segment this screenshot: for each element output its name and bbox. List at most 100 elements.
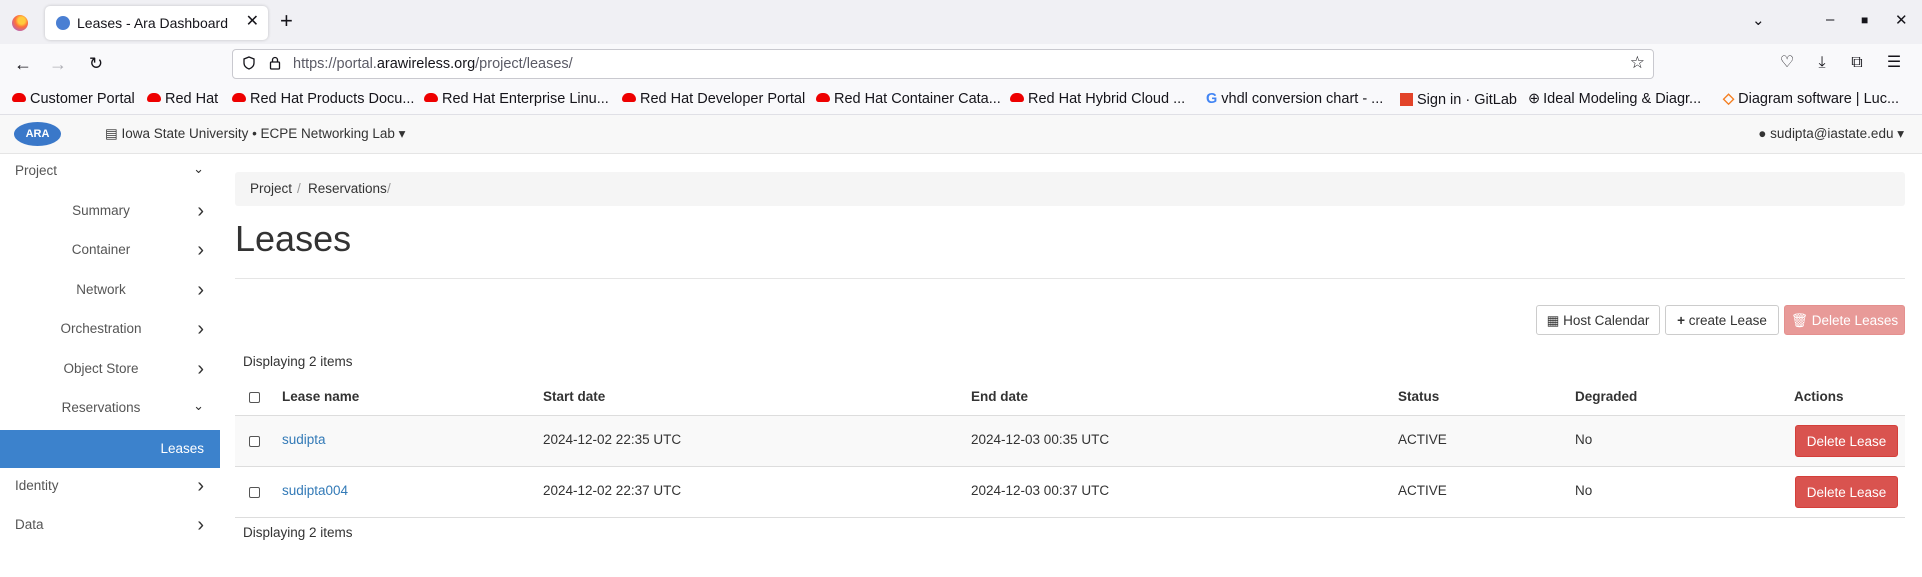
user-icon: ●: [1758, 126, 1771, 141]
browser-navbar: ← → ↻ https://portal.arawireless.org/pro…: [0, 44, 1922, 86]
host-calendar-button[interactable]: ▦ Host Calendar: [1536, 305, 1660, 335]
downloads-icon[interactable]: ⤓: [1813, 54, 1831, 72]
breadcrumb-separator: /: [387, 181, 391, 196]
degraded-cell: No: [1575, 483, 1593, 498]
item-count-top: Displaying 2 items: [243, 354, 353, 369]
calendar-icon: ▦: [1546, 313, 1564, 328]
redhat-icon: [147, 93, 161, 102]
column-header-end-date[interactable]: End date: [971, 389, 1028, 404]
maximize-icon[interactable]: ■: [1861, 13, 1868, 27]
column-header-start-date[interactable]: Start date: [543, 389, 605, 404]
chevron-right-icon: ›: [197, 514, 204, 536]
tab-title: Leases - Ara Dashboard: [77, 15, 228, 31]
bookmark-gitlab[interactable]: Sign in · GitLab: [1400, 91, 1517, 108]
bookmark-rh-hybrid-cloud[interactable]: Red Hat Hybrid Cloud ...: [1010, 91, 1185, 107]
degraded-cell: No: [1575, 432, 1593, 447]
lease-name-link[interactable]: sudipta: [282, 432, 326, 447]
delete-lease-button[interactable]: Delete Lease: [1795, 425, 1898, 457]
folder-icon: ▤: [105, 126, 122, 141]
sidebar-item-container[interactable]: Container ›: [0, 239, 220, 262]
start-date-cell: 2024-12-02 22:37 UTC: [543, 483, 682, 498]
bookmark-vhdl-chart[interactable]: Gvhdl conversion chart - ...: [1206, 91, 1383, 107]
sidebar-item-identity[interactable]: Identity ›: [0, 475, 220, 498]
breadcrumb: Project / Reservations /: [235, 172, 1905, 206]
sidebar-item-orchestration[interactable]: Orchestration ›: [0, 318, 220, 341]
chevron-right-icon: ›: [197, 475, 204, 497]
breadcrumb-reservations[interactable]: Reservations: [308, 181, 387, 196]
column-header-actions: Actions: [1794, 389, 1844, 404]
lock-icon[interactable]: [269, 56, 281, 70]
bookmarks-bar: Customer Portal Red Hat Red Hat Products…: [0, 86, 1922, 115]
sidebar-item-reservations[interactable]: Reservations ⌄: [0, 398, 220, 420]
user-menu[interactable]: ● sudipta@iastate.edu ▾: [1758, 126, 1904, 142]
sidebar-item-object-store[interactable]: Object Store ›: [0, 358, 220, 381]
tracking-shield-icon[interactable]: [243, 56, 255, 70]
url-bar[interactable]: https://portal.arawireless.org/project/l…: [232, 49, 1654, 79]
chevron-right-icon: ›: [197, 200, 204, 222]
sidebar-item-network[interactable]: Network ›: [0, 279, 220, 302]
bookmark-rh-container[interactable]: Red Hat Container Cata...: [816, 91, 1001, 107]
tab-favicon-icon: [56, 16, 70, 30]
column-header-lease-name[interactable]: Lease name: [282, 389, 359, 404]
extensions-icon[interactable]: ⧉: [1848, 54, 1866, 72]
window-close-icon[interactable]: ✕: [1895, 11, 1908, 29]
redhat-icon: [816, 93, 830, 102]
chevron-right-icon: ›: [197, 239, 204, 261]
sidebar-item-leases[interactable]: Leases: [0, 430, 220, 468]
divider: [235, 278, 1905, 279]
bookmark-rhel[interactable]: Red Hat Enterprise Linu...: [424, 91, 609, 107]
pocket-icon[interactable]: ♡: [1778, 54, 1796, 72]
redhat-icon: [232, 93, 246, 102]
bookmark-rh-developer[interactable]: Red Hat Developer Portal: [622, 91, 805, 107]
bookmark-star-icon[interactable]: ☆: [1630, 53, 1645, 73]
lucidchart-icon: ◇: [1723, 91, 1735, 107]
chevron-down-icon: ⌄: [193, 398, 204, 413]
redhat-icon: [424, 93, 438, 102]
redhat-icon: [1010, 93, 1024, 102]
breadcrumb-project[interactable]: Project: [250, 181, 292, 196]
lease-name-link[interactable]: sudipta004: [282, 483, 348, 498]
back-icon[interactable]: ←: [11, 52, 35, 76]
bookmark-ideal-modeling[interactable]: ⊕ Ideal Modeling & Diagr...: [1528, 91, 1701, 107]
row-checkbox[interactable]: [249, 436, 260, 447]
trash-icon: 🗑: [1790, 313, 1812, 328]
dashboard-header: ARA ▤ Iowa State University • ECPE Netwo…: [0, 115, 1922, 154]
minimize-icon[interactable]: –: [1826, 11, 1834, 28]
redhat-icon: [622, 93, 636, 102]
column-header-degraded[interactable]: Degraded: [1575, 389, 1637, 404]
url-text[interactable]: https://portal.arawireless.org/project/l…: [293, 56, 573, 72]
column-header-status[interactable]: Status: [1398, 389, 1439, 404]
status-cell: ACTIVE: [1398, 483, 1447, 498]
row-checkbox[interactable]: [249, 487, 260, 498]
bookmark-customer-portal[interactable]: Customer Portal: [12, 91, 135, 107]
globe-icon: ⊕: [1528, 91, 1541, 107]
delete-leases-button[interactable]: 🗑 Delete Leases: [1784, 305, 1905, 335]
delete-lease-button[interactable]: Delete Lease: [1795, 476, 1898, 508]
browser-tab[interactable]: Leases - Ara Dashboard ✕: [45, 6, 268, 40]
bookmark-red-hat[interactable]: Red Hat: [147, 91, 218, 107]
plus-icon: +: [1677, 313, 1689, 328]
start-date-cell: 2024-12-02 22:35 UTC: [543, 432, 682, 447]
table-row: sudipta 2024-12-02 22:35 UTC 2024-12-03 …: [235, 416, 1905, 467]
select-all-checkbox[interactable]: [249, 392, 260, 403]
project-selector[interactable]: ▤ Iowa State University • ECPE Networkin…: [105, 126, 405, 142]
end-date-cell: 2024-12-03 00:35 UTC: [971, 432, 1110, 447]
end-date-cell: 2024-12-03 00:37 UTC: [971, 483, 1110, 498]
breadcrumb-separator: /: [297, 181, 301, 196]
ara-logo[interactable]: ARA: [14, 122, 61, 146]
sidebar-item-project[interactable]: Project ⌄: [0, 161, 220, 183]
bookmark-rh-products-docs[interactable]: Red Hat Products Docu...: [232, 91, 414, 107]
reload-icon[interactable]: ↻: [84, 52, 108, 76]
bookmark-lucidchart[interactable]: ◇ Diagram software | Luc...: [1723, 91, 1899, 107]
menu-icon[interactable]: ☰: [1885, 54, 1903, 72]
forward-icon[interactable]: →: [46, 52, 70, 76]
table-row: sudipta004 2024-12-02 22:37 UTC 2024-12-…: [235, 467, 1905, 518]
sidebar-item-summary[interactable]: Summary ›: [0, 200, 220, 223]
list-all-tabs-icon[interactable]: ⌄: [1752, 11, 1765, 29]
create-lease-button[interactable]: + create Lease: [1665, 305, 1779, 335]
gitlab-icon: [1400, 93, 1413, 106]
sidebar-item-data[interactable]: Data ›: [0, 514, 220, 537]
firefox-logo-icon: [12, 15, 28, 31]
new-tab-button[interactable]: +: [280, 9, 293, 33]
tab-close-icon[interactable]: ✕: [246, 13, 259, 31]
